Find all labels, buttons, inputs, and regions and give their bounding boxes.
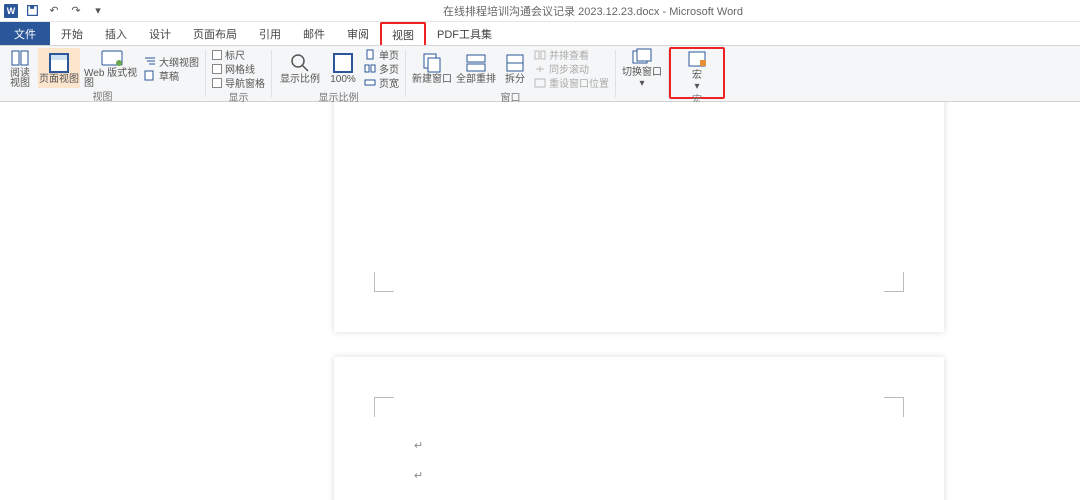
macros-icon [686,50,708,70]
zoom-label: 显示比例 [280,75,320,85]
book-icon [9,48,31,68]
switch-window-icon [631,47,653,67]
switch-window-label: 切换窗口 [622,68,662,78]
one-page-label: 单页 [379,47,399,62]
tab-design[interactable]: 设计 [138,22,182,45]
tab-file[interactable]: 文件 [0,22,50,45]
page-icon [48,52,70,74]
group-views: 阅读 视图 页面视图 Web 版式视图 大纲视图 草稿 视图 [0,46,205,101]
page-width-label: 页宽 [379,75,399,90]
hundred-label: 100% [330,75,356,85]
magnifier-icon [289,52,311,74]
arrange-all-button[interactable]: 全部重排 [456,49,496,89]
tab-pdf[interactable]: PDF工具集 [426,22,503,45]
draft-button[interactable]: 草稿 [144,69,199,82]
side-by-side-button: 并排查看 [534,48,609,61]
print-layout-label: 页面视图 [39,75,79,85]
new-window-label: 新建窗口 [412,75,452,85]
app-icon: W [4,4,18,18]
page-width-button[interactable]: 页宽 [364,76,399,89]
page-corner-icon [374,272,394,292]
quick-access-toolbar: W ↶ ↷ ▾ [0,3,106,19]
tab-review[interactable]: 审阅 [336,22,380,45]
window-group-label: 窗口 [501,89,521,103]
sync-scroll-label: 同步滚动 [549,61,589,76]
reset-position-label: 重设窗口位置 [549,75,609,90]
macros-label: 宏 [692,71,702,81]
title-bar: W ↶ ↷ ▾ 在线排程培训沟通会议记录 2023.12.23.docx - M… [0,0,1080,22]
side-by-side-label: 并排查看 [549,47,589,62]
split-button[interactable]: 拆分 [500,49,530,89]
multi-page-label: 多页 [379,61,399,76]
show-group-label: 显示 [229,89,249,103]
outline-button[interactable]: 大纲视图 [144,55,199,68]
group-macros: 宏 ▾ 宏 [669,47,725,99]
print-layout-button[interactable]: 页面视图 [38,48,80,88]
new-window-icon [421,52,443,74]
window-title: 在线排程培训沟通会议记录 2023.12.23.docx - Microsoft… [106,3,1080,19]
multi-page-button[interactable]: 多页 [364,62,399,75]
arrange-icon [465,52,487,74]
read-mode-button[interactable]: 阅读 视图 [6,48,34,88]
page-corner-icon [374,397,394,417]
navpane-checkbox[interactable]: 导航窗格 [212,76,265,89]
checkbox-icon [212,50,222,60]
split-icon [504,52,526,74]
document-canvas[interactable]: ↵ ↵ ↵ ↵ ↵ ↵ ↵ ↵ [0,102,1080,500]
split-label: 拆分 [505,75,525,85]
zoom-group-label: 显示比例 [319,89,359,103]
paragraph-mark-icon: ↵ [414,469,423,482]
group-show: 标尺 网格线 导航窗格 显示 [206,46,271,101]
chevron-down-icon: ▾ [639,79,644,89]
read-label: 阅读 视图 [10,69,30,89]
outline-label: 大纲视图 [159,54,199,69]
ribbon: 阅读 视图 页面视图 Web 版式视图 大纲视图 草稿 视图 标尺 网格线 导航… [0,46,1080,102]
arrange-label: 全部重排 [456,75,496,85]
gridlines-label: 网格线 [225,61,255,76]
zoom-button[interactable]: 显示比例 [278,49,322,89]
page-current: ↵ ↵ ↵ ↵ ↵ ↵ [334,357,944,500]
page-corner-icon [884,397,904,417]
new-window-button[interactable]: 新建窗口 [412,49,452,89]
navpane-label: 导航窗格 [225,75,265,90]
reset-position-button: 重设窗口位置 [534,76,609,89]
tab-references[interactable]: 引用 [248,22,292,45]
web-layout-label: Web 版式视图 [84,69,140,89]
sync-scroll-button: 同步滚动 [534,62,609,75]
group-window: 新建窗口 全部重排 拆分 并排查看 同步滚动 重设窗口位置 窗口 [406,46,615,101]
checkbox-icon [212,64,222,74]
paragraph-mark-icon: ↵ [414,439,423,452]
hundred-icon [332,52,354,74]
zoom-100-button[interactable]: 100% [326,49,360,89]
one-page-button[interactable]: 单页 [364,48,399,61]
tab-layout[interactable]: 页面布局 [182,22,248,45]
group-zoom: 显示比例 100% 单页 多页 页宽 显示比例 [272,46,405,101]
ruler-label: 标尺 [225,47,245,62]
qat-customize-icon[interactable]: ▾ [90,3,106,19]
page-previous: ↵ ↵ [334,102,944,332]
switch-window-button[interactable]: 切换窗口 ▾ [622,48,662,88]
web-icon [101,48,123,68]
web-layout-button[interactable]: Web 版式视图 [84,48,140,88]
save-button[interactable] [24,3,40,19]
page-corner-icon [884,272,904,292]
ruler-checkbox[interactable]: 标尺 [212,48,265,61]
tab-mailings[interactable]: 邮件 [292,22,336,45]
tab-home[interactable]: 开始 [50,22,94,45]
group-switch-window: 切换窗口 ▾ [616,46,668,101]
ribbon-tabs: 文件 开始 插入 设计 页面布局 引用 邮件 审阅 视图 PDF工具集 [0,22,1080,46]
macros-button[interactable]: 宏 ▾ [680,51,714,91]
tab-insert[interactable]: 插入 [94,22,138,45]
redo-button[interactable]: ↷ [68,3,84,19]
undo-button[interactable]: ↶ [46,3,62,19]
gridlines-checkbox[interactable]: 网格线 [212,62,265,75]
draft-label: 草稿 [159,68,179,83]
views-group-label: 视图 [93,88,113,102]
checkbox-icon [212,78,222,88]
tab-view[interactable]: 视图 [380,22,426,45]
